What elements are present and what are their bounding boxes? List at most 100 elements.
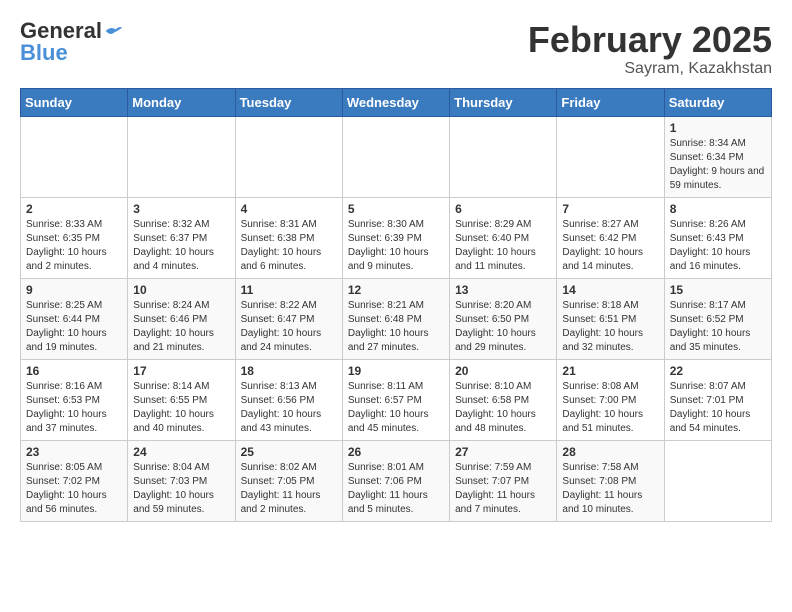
calendar-cell: 2Sunrise: 8:33 AM Sunset: 6:35 PM Daylig… xyxy=(21,197,128,278)
day-info: Sunrise: 8:07 AM Sunset: 7:01 PM Dayligh… xyxy=(670,380,766,436)
calendar-cell: 5 Sunrise: 8:30 AM Sunset: 6:39 PM Daylig… xyxy=(342,197,449,278)
calendar-cell xyxy=(557,116,664,197)
day-number: 5 xyxy=(348,202,444,216)
day-number: 16 xyxy=(26,364,122,378)
weekday-header-sunday: Sunday xyxy=(21,88,128,116)
calendar-cell: 23 Sunrise: 8:05 AM Sunset: 7:02 PM Dayli… xyxy=(21,440,128,521)
day-info: Sunrise: 8:05 AM Sunset: 7:02 PM Dayligh… xyxy=(26,461,122,517)
day-info: Sunrise: 8:02 AM Sunset: 7:05 PM Dayligh… xyxy=(241,461,337,517)
calendar-cell: 14Sunrise: 8:18 AM Sunset: 6:51 PM Dayli… xyxy=(557,278,664,359)
weekday-header-saturday: Saturday xyxy=(664,88,771,116)
day-number: 24 xyxy=(133,445,229,459)
day-info: Sunrise: 8:21 AM Sunset: 6:48 PM Dayligh… xyxy=(348,299,444,355)
day-info: Sunrise: 8:14 AM Sunset: 6:55 PM Dayligh… xyxy=(133,380,229,436)
day-info: Sunrise: 8:11 AM Sunset: 6:57 PM Dayligh… xyxy=(348,380,444,436)
calendar-cell xyxy=(450,116,557,197)
day-info: Sunrise: 8:01 AM Sunset: 7:06 PM Dayligh… xyxy=(348,461,444,517)
calendar-cell: 27Sunrise: 7:59 AM Sunset: 7:07 PM Dayli… xyxy=(450,440,557,521)
weekday-header-tuesday: Tuesday xyxy=(235,88,342,116)
calendar-week-3: 9Sunrise: 8:25 AM Sunset: 6:44 PM Daylig… xyxy=(21,278,772,359)
calendar-cell: 11 Sunrise: 8:22 AM Sunset: 6:47 PM Dayli… xyxy=(235,278,342,359)
day-info: Sunrise: 8:16 AM Sunset: 6:53 PM Dayligh… xyxy=(26,380,122,436)
calendar-cell: 25 Sunrise: 8:02 AM Sunset: 7:05 PM Dayli… xyxy=(235,440,342,521)
weekday-header-thursday: Thursday xyxy=(450,88,557,116)
weekday-header-monday: Monday xyxy=(128,88,235,116)
day-number: 8 xyxy=(670,202,766,216)
day-number: 14 xyxy=(562,283,658,297)
title-block: February 2025 Sayram, Kazakhstan xyxy=(528,20,772,78)
day-number: 22 xyxy=(670,364,766,378)
calendar-header: SundayMondayTuesdayWednesdayThursdayFrid… xyxy=(21,88,772,116)
calendar-cell: 24 Sunrise: 8:04 AM Sunset: 7:03 PM Dayli… xyxy=(128,440,235,521)
calendar-cell: 26 Sunrise: 8:01 AM Sunset: 7:06 PM Dayli… xyxy=(342,440,449,521)
location-subtitle: Sayram, Kazakhstan xyxy=(528,60,772,78)
day-info: Sunrise: 8:24 AM Sunset: 6:46 PM Dayligh… xyxy=(133,299,229,355)
calendar-cell: 21 Sunrise: 8:08 AM Sunset: 7:00 PM Dayli… xyxy=(557,359,664,440)
calendar-cell: 16 Sunrise: 8:16 AM Sunset: 6:53 PM Dayli… xyxy=(21,359,128,440)
calendar-cell: 8 Sunrise: 8:26 AM Sunset: 6:43 PM Daylig… xyxy=(664,197,771,278)
calendar-cell xyxy=(664,440,771,521)
day-number: 4 xyxy=(241,202,337,216)
day-info: Sunrise: 8:25 AM Sunset: 6:44 PM Dayligh… xyxy=(26,299,122,355)
calendar-cell: 9Sunrise: 8:25 AM Sunset: 6:44 PM Daylig… xyxy=(21,278,128,359)
day-info: Sunrise: 8:08 AM Sunset: 7:00 PM Dayligh… xyxy=(562,380,658,436)
calendar-cell xyxy=(128,116,235,197)
day-info: Sunrise: 8:31 AM Sunset: 6:38 PM Dayligh… xyxy=(241,218,337,274)
calendar-cell xyxy=(235,116,342,197)
calendar-cell: 19 Sunrise: 8:11 AM Sunset: 6:57 PM Dayli… xyxy=(342,359,449,440)
day-number: 3 xyxy=(133,202,229,216)
calendar-cell: 28Sunrise: 7:58 AM Sunset: 7:08 PM Dayli… xyxy=(557,440,664,521)
calendar-week-5: 23 Sunrise: 8:05 AM Sunset: 7:02 PM Dayli… xyxy=(21,440,772,521)
calendar-cell: 20 Sunrise: 8:10 AM Sunset: 6:58 PM Dayli… xyxy=(450,359,557,440)
day-number: 2 xyxy=(26,202,122,216)
day-info: Sunrise: 8:04 AM Sunset: 7:03 PM Dayligh… xyxy=(133,461,229,517)
calendar-table: SundayMondayTuesdayWednesdayThursdayFrid… xyxy=(20,88,772,522)
calendar-cell: 15Sunrise: 8:17 AM Sunset: 6:52 PM Dayli… xyxy=(664,278,771,359)
day-number: 26 xyxy=(348,445,444,459)
day-info: Sunrise: 8:26 AM Sunset: 6:43 PM Dayligh… xyxy=(670,218,766,274)
day-number: 18 xyxy=(241,364,337,378)
day-number: 25 xyxy=(241,445,337,459)
logo-blue-text: Blue xyxy=(20,42,68,64)
month-title: February 2025 xyxy=(528,20,772,60)
day-number: 6 xyxy=(455,202,551,216)
day-number: 11 xyxy=(241,283,337,297)
calendar-cell: 10Sunrise: 8:24 AM Sunset: 6:46 PM Dayli… xyxy=(128,278,235,359)
day-number: 21 xyxy=(562,364,658,378)
logo-bird-icon xyxy=(104,24,124,38)
page-header: General Blue February 2025 Sayram, Kazak… xyxy=(20,20,772,78)
day-number: 7 xyxy=(562,202,658,216)
day-number: 12 xyxy=(348,283,444,297)
calendar-cell xyxy=(21,116,128,197)
day-info: Sunrise: 8:22 AM Sunset: 6:47 PM Dayligh… xyxy=(241,299,337,355)
calendar-cell: 6 Sunrise: 8:29 AM Sunset: 6:40 PM Daylig… xyxy=(450,197,557,278)
calendar-cell: 12 Sunrise: 8:21 AM Sunset: 6:48 PM Dayli… xyxy=(342,278,449,359)
calendar-week-4: 16 Sunrise: 8:16 AM Sunset: 6:53 PM Dayli… xyxy=(21,359,772,440)
logo-text: General xyxy=(20,20,124,42)
day-info: Sunrise: 8:30 AM Sunset: 6:39 PM Dayligh… xyxy=(348,218,444,274)
logo: General Blue xyxy=(20,20,124,64)
day-info: Sunrise: 8:10 AM Sunset: 6:58 PM Dayligh… xyxy=(455,380,551,436)
day-info: Sunrise: 8:13 AM Sunset: 6:56 PM Dayligh… xyxy=(241,380,337,436)
day-info: Sunrise: 8:29 AM Sunset: 6:40 PM Dayligh… xyxy=(455,218,551,274)
calendar-cell: 4 Sunrise: 8:31 AM Sunset: 6:38 PM Daylig… xyxy=(235,197,342,278)
day-info: Sunrise: 8:32 AM Sunset: 6:37 PM Dayligh… xyxy=(133,218,229,274)
day-info: Sunrise: 8:17 AM Sunset: 6:52 PM Dayligh… xyxy=(670,299,766,355)
calendar-week-2: 2Sunrise: 8:33 AM Sunset: 6:35 PM Daylig… xyxy=(21,197,772,278)
calendar-cell: 22 Sunrise: 8:07 AM Sunset: 7:01 PM Dayli… xyxy=(664,359,771,440)
calendar-cell xyxy=(342,116,449,197)
day-info: Sunrise: 7:59 AM Sunset: 7:07 PM Dayligh… xyxy=(455,461,551,517)
day-info: Sunrise: 7:58 AM Sunset: 7:08 PM Dayligh… xyxy=(562,461,658,517)
calendar-cell: 18 Sunrise: 8:13 AM Sunset: 6:56 PM Dayli… xyxy=(235,359,342,440)
day-info: Sunrise: 8:27 AM Sunset: 6:42 PM Dayligh… xyxy=(562,218,658,274)
calendar-cell: 3 Sunrise: 8:32 AM Sunset: 6:37 PM Daylig… xyxy=(128,197,235,278)
calendar-week-1: 1Sunrise: 8:34 AM Sunset: 6:34 PM Daylig… xyxy=(21,116,772,197)
day-number: 20 xyxy=(455,364,551,378)
day-number: 13 xyxy=(455,283,551,297)
day-number: 23 xyxy=(26,445,122,459)
weekday-header-wednesday: Wednesday xyxy=(342,88,449,116)
calendar-cell: 13Sunrise: 8:20 AM Sunset: 6:50 PM Dayli… xyxy=(450,278,557,359)
calendar-cell: 7 Sunrise: 8:27 AM Sunset: 6:42 PM Daylig… xyxy=(557,197,664,278)
calendar-cell: 17Sunrise: 8:14 AM Sunset: 6:55 PM Dayli… xyxy=(128,359,235,440)
day-number: 19 xyxy=(348,364,444,378)
